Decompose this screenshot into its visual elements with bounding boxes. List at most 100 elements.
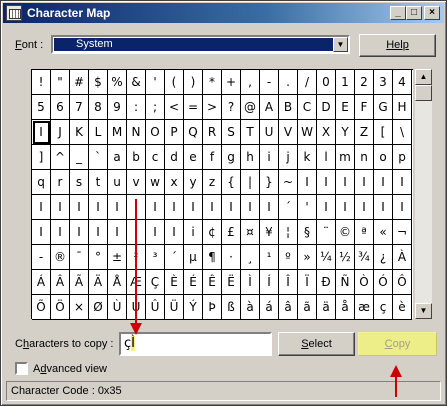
char-cell[interactable]: ? [222, 95, 241, 120]
char-cell[interactable]: n [355, 145, 374, 170]
char-cell[interactable]: Ë [222, 270, 241, 295]
char-cell[interactable]: Ø [89, 295, 108, 320]
char-cell[interactable]: B [279, 95, 298, 120]
char-cell[interactable]: Ò [355, 270, 374, 295]
char-cell[interactable]: e [184, 145, 203, 170]
char-cell[interactable]: i [260, 145, 279, 170]
char-cell[interactable]: É [184, 270, 203, 295]
char-cell[interactable]: v [127, 170, 146, 195]
char-cell[interactable]: Ó [374, 270, 393, 295]
char-cell[interactable]: ¼ [317, 245, 336, 270]
char-cell[interactable]: @ [241, 95, 260, 120]
char-cell[interactable]: % [108, 70, 127, 95]
grid-scrollbar[interactable]: ▲ ▼ [415, 69, 432, 319]
char-cell[interactable]: Ä [89, 270, 108, 295]
char-cell[interactable]: I [393, 170, 412, 195]
char-cell[interactable]: I [317, 195, 336, 220]
char-cell[interactable]: G [374, 95, 393, 120]
advanced-view-checkbox[interactable] [15, 362, 28, 375]
char-cell[interactable]: æ [355, 295, 374, 320]
char-cell[interactable]: µ [184, 245, 203, 270]
char-cell[interactable]: k [298, 145, 317, 170]
char-cell[interactable]: U [260, 120, 279, 145]
char-cell[interactable]: º [279, 245, 298, 270]
char-cell[interactable]: Y [336, 120, 355, 145]
char-cell[interactable]: : [127, 95, 146, 120]
char-cell[interactable]: ' [146, 70, 165, 95]
char-cell[interactable]: I [260, 195, 279, 220]
char-cell[interactable]: Î [279, 270, 298, 295]
char-cell[interactable]: · [222, 245, 241, 270]
char-cell[interactable]: O [146, 120, 165, 145]
char-cell[interactable]: ! [32, 70, 51, 95]
scroll-up-arrow-icon[interactable]: ▲ [415, 69, 432, 85]
char-cell[interactable]: u [108, 170, 127, 195]
char-cell[interactable]: , [241, 70, 260, 95]
char-cell[interactable]: 6 [51, 95, 70, 120]
minimize-button[interactable]: _ [390, 6, 406, 20]
char-cell[interactable]: I [241, 195, 260, 220]
char-cell[interactable]: < [165, 95, 184, 120]
copy-button[interactable]: Copy [358, 332, 437, 356]
char-cell[interactable]: å [336, 295, 355, 320]
char-cell[interactable]: ¢ [203, 220, 222, 245]
char-cell[interactable]: © [336, 220, 355, 245]
char-cell[interactable]: á [260, 295, 279, 320]
char-cell[interactable]: « [374, 220, 393, 245]
char-cell[interactable]: Â [51, 270, 70, 295]
character-grid[interactable]: ! " # $% & '() * +, -./0 1 2 3 4 5 6 7 8 9:; < = >? @ A B C D E F G H… [31, 69, 413, 320]
char-cell[interactable]: ] [32, 145, 51, 170]
char-cell[interactable]: I [336, 195, 355, 220]
char-cell[interactable]: ¹ [260, 245, 279, 270]
title-bar[interactable]: Character Map _ □ × [3, 3, 444, 23]
char-cell[interactable]: ½ [336, 245, 355, 270]
char-cell[interactable]: N [127, 120, 146, 145]
char-cell[interactable]: I [336, 170, 355, 195]
char-cell[interactable]: m [336, 145, 355, 170]
char-cell[interactable]: z [203, 170, 222, 195]
char-cell[interactable]: Ý [184, 295, 203, 320]
char-cell[interactable]: 4 [393, 70, 412, 95]
char-cell[interactable]: P [165, 120, 184, 145]
char-cell[interactable]: ³ [146, 245, 165, 270]
char-cell[interactable]: I [374, 195, 393, 220]
char-cell[interactable]: ´ [165, 245, 184, 270]
char-cell[interactable]: I [51, 220, 70, 245]
char-cell[interactable]: ¨ [317, 220, 336, 245]
char-cell[interactable]: I [374, 170, 393, 195]
char-cell[interactable]: § [298, 220, 317, 245]
char-cell[interactable]: ã [298, 295, 317, 320]
char-cell[interactable]: I [184, 195, 203, 220]
char-cell[interactable]: X [317, 120, 336, 145]
char-cell[interactable]: " [51, 70, 70, 95]
select-button[interactable]: Select [278, 332, 355, 356]
char-cell[interactable]: t [89, 170, 108, 195]
char-cell[interactable]: ß [222, 295, 241, 320]
char-cell[interactable]: ° [89, 245, 108, 270]
char-cell[interactable]: p [393, 145, 412, 170]
char-cell[interactable]: i [184, 220, 203, 245]
char-cell[interactable]: o [374, 145, 393, 170]
char-cell[interactable]: I [355, 170, 374, 195]
char-cell[interactable]: 7 [70, 95, 89, 120]
char-cell[interactable]: ¥ [260, 220, 279, 245]
char-cell[interactable]: g [222, 145, 241, 170]
char-cell[interactable]: I [165, 220, 184, 245]
char-cell[interactable]: ä [317, 295, 336, 320]
char-cell[interactable]: I [146, 195, 165, 220]
char-cell[interactable]: W [298, 120, 317, 145]
char-cell[interactable]: F [355, 95, 374, 120]
char-cell[interactable]: A [260, 95, 279, 120]
char-cell[interactable]: ´ [279, 195, 298, 220]
char-cell[interactable]: / [298, 70, 317, 95]
char-cell[interactable]: a [108, 145, 127, 170]
char-cell[interactable]: è [393, 295, 412, 320]
char-cell[interactable]: + [222, 70, 241, 95]
char-cell[interactable]: C [298, 95, 317, 120]
char-cell[interactable]: I [32, 195, 51, 220]
char-cell[interactable]: I [70, 195, 89, 220]
char-cell[interactable]: Ð [317, 270, 336, 295]
char-cell[interactable]: ¯ [70, 245, 89, 270]
char-cell[interactable]: [ [374, 120, 393, 145]
char-cell[interactable]: \ [393, 120, 412, 145]
